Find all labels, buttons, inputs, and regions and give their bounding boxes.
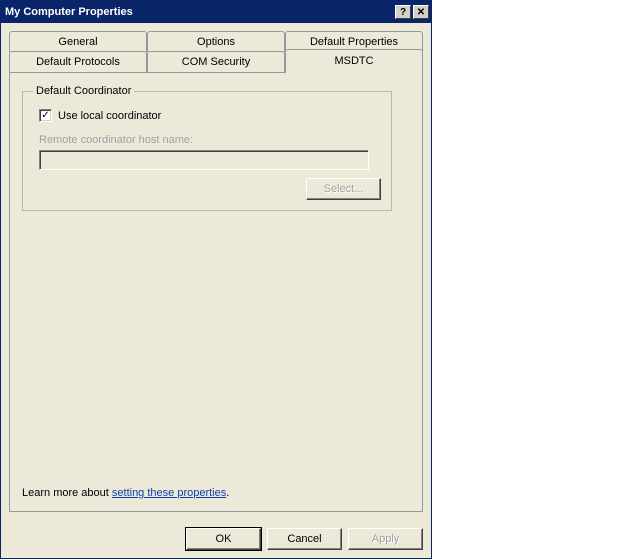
close-button[interactable]: ✕ [413,5,429,19]
remote-host-input [39,150,369,170]
tab-label: MSDTC [334,55,373,67]
ok-button-label: OK [216,533,232,545]
help-icon: ? [400,7,406,18]
tab-label: COM Security [182,56,250,68]
apply-button: Apply [348,528,423,550]
learn-more-suffix: . [226,487,229,499]
ok-button[interactable]: OK [186,528,261,550]
use-local-coordinator-checkbox[interactable]: ✓ [39,109,52,122]
select-button-label: Select... [324,183,364,195]
checkbox-row: ✓ Use local coordinator [39,109,381,122]
group-default-coordinator: Default Coordinator ✓ Use local coordina… [22,85,392,211]
checkmark-icon: ✓ [41,111,49,121]
tab-default-protocols[interactable]: Default Protocols [9,51,147,72]
apply-button-label: Apply [372,533,400,545]
tab-general[interactable]: General [9,31,147,52]
client-area: General Options Default Properties Defau… [1,23,431,520]
tab-com-security[interactable]: COM Security [147,51,285,72]
close-icon: ✕ [417,7,425,18]
dialog-button-row: OK Cancel Apply [1,520,431,558]
tab-label: Default Properties [310,36,398,48]
dialog-window: My Computer Properties ? ✕ General Optio… [0,0,432,559]
tab-label: General [58,36,97,48]
window-title: My Computer Properties [5,6,133,18]
tab-panel-msdtc: Default Coordinator ✓ Use local coordina… [9,72,423,512]
tab-label: Options [197,36,235,48]
tabstrip: General Options Default Properties Defau… [9,31,423,73]
select-button-wrap: Select... [33,178,381,200]
checkbox-label: Use local coordinator [58,110,161,122]
tab-msdtc[interactable]: MSDTC [285,49,423,72]
help-button[interactable]: ? [395,5,411,19]
learn-more-prefix: Learn more about [22,487,112,499]
learn-more-line: Learn more about setting these propertie… [22,487,229,499]
titlebar[interactable]: My Computer Properties ? ✕ [1,1,431,23]
tab-row-front: Default Protocols COM Security MSDTC [9,51,423,72]
select-button: Select... [306,178,381,200]
group-legend: Default Coordinator [33,85,134,97]
tab-label: Default Protocols [36,56,120,68]
cancel-button-label: Cancel [287,533,321,545]
cancel-button[interactable]: Cancel [267,528,342,550]
tab-options[interactable]: Options [147,31,285,52]
remote-host-label: Remote coordinator host name: [39,134,381,146]
titlebar-buttons: ? ✕ [395,5,429,19]
learn-more-link[interactable]: setting these properties [112,487,226,499]
